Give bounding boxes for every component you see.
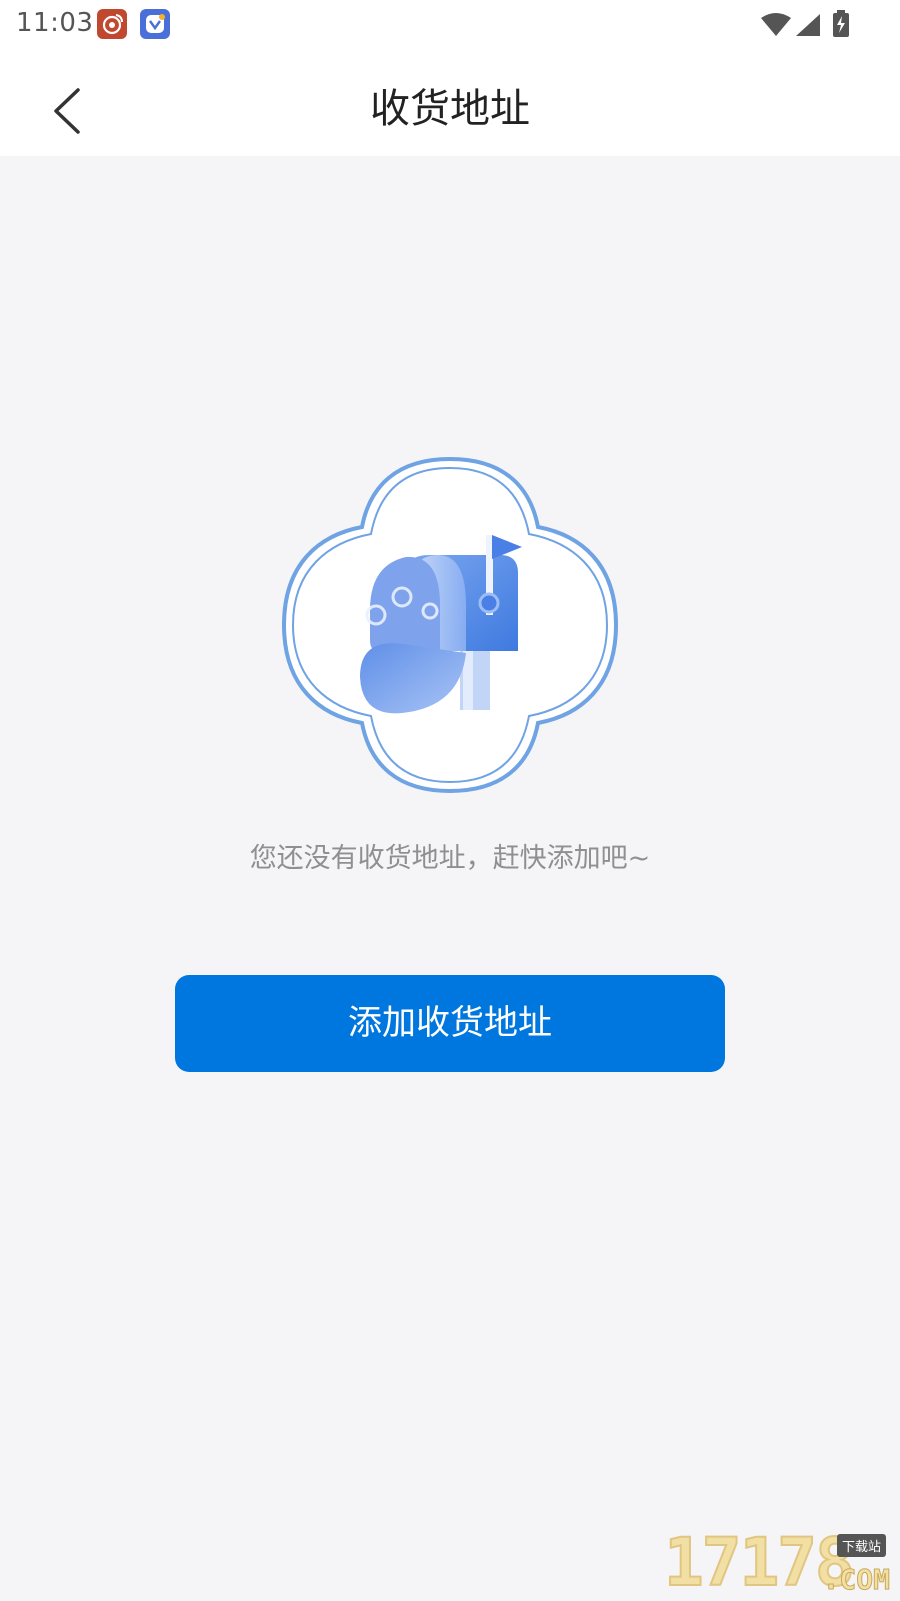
watermark: 17178 下载站 .COM [663, 1529, 894, 1597]
empty-state-illustration [280, 455, 620, 795]
status-time: 11:03 [16, 8, 94, 38]
page-title: 收货地址 [370, 86, 530, 132]
nav-bar: 收货地址 [0, 50, 900, 156]
empty-state-message: 您还没有收货地址，赶快添加吧~ [249, 843, 651, 874]
cell-signal-icon [796, 14, 820, 36]
status-indicators [720, 0, 900, 50]
mailbox-icon [281, 456, 619, 794]
app-header: 11:03 收货地址 [0, 0, 900, 156]
watermark-suffix: .COM [822, 1563, 890, 1597]
battery-charging-icon [833, 10, 849, 37]
weibo-icon [97, 9, 127, 39]
watermark-tag: 下载站 [836, 1534, 886, 1557]
app-badge-icon [140, 9, 170, 39]
wifi-icon [761, 13, 791, 36]
add-address-button[interactable]: 添加收货地址 [175, 975, 725, 1072]
status-bar: 11:03 [0, 0, 900, 50]
